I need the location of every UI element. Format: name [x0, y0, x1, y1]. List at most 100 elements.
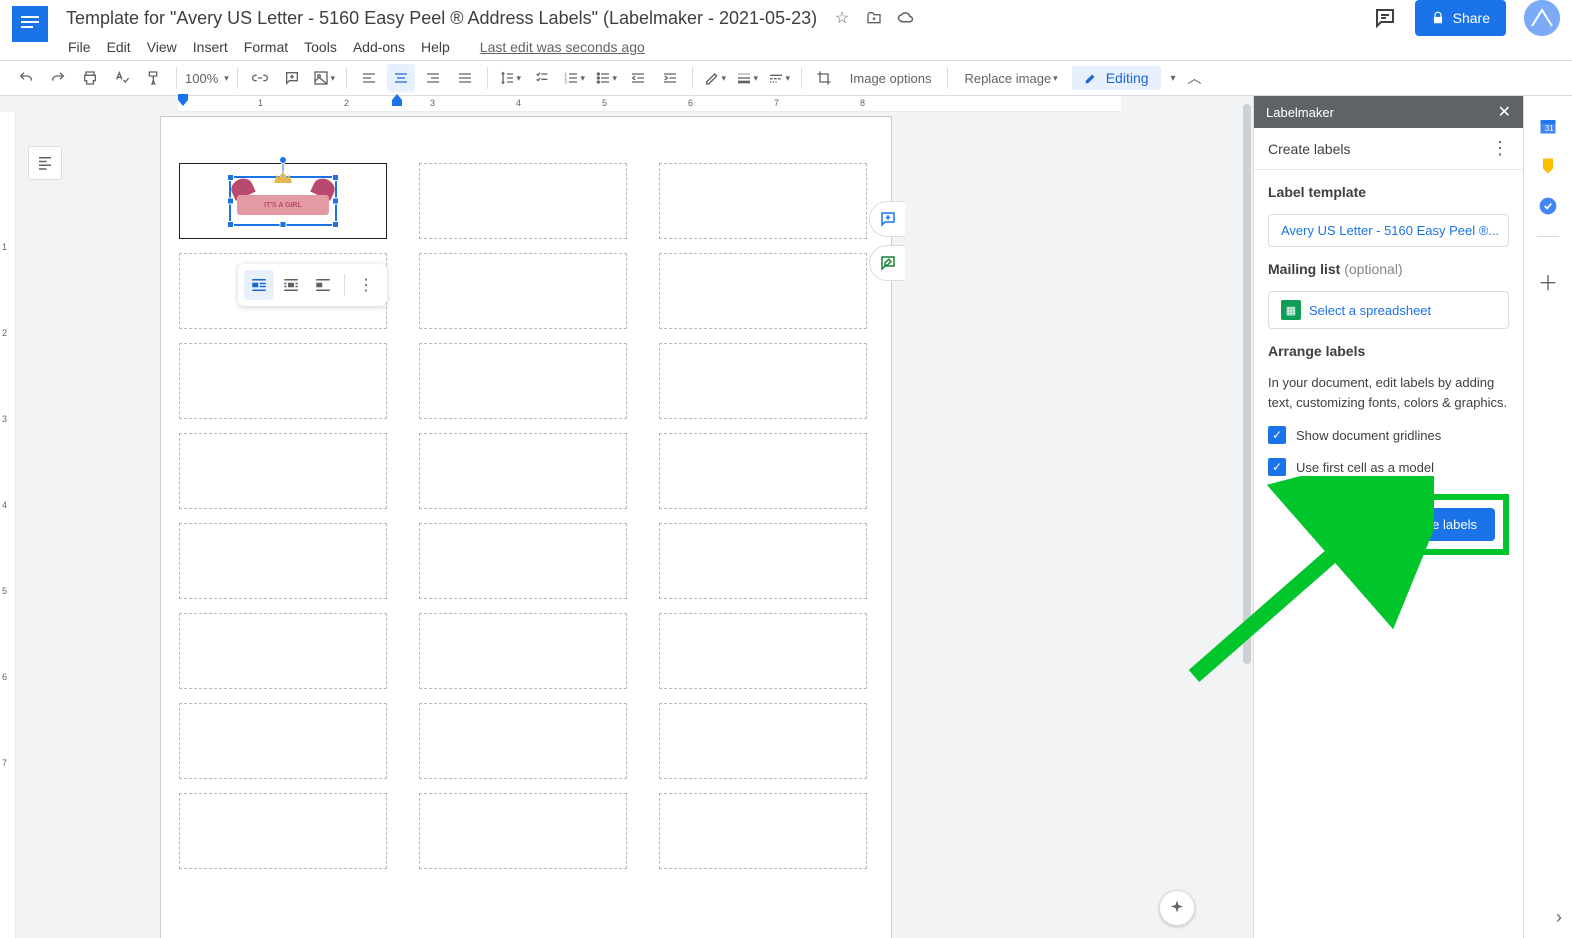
label-cell[interactable] [659, 343, 867, 419]
move-icon[interactable] [865, 9, 883, 27]
border-color-icon[interactable] [701, 64, 729, 92]
label-cell[interactable] [179, 793, 387, 869]
document-page[interactable]: IT'S A GIRL ⋮ [160, 116, 892, 938]
print-icon[interactable] [76, 64, 104, 92]
image-more-icon[interactable]: ⋮ [351, 270, 381, 300]
show-outline-icon[interactable] [28, 146, 62, 180]
create-labels-button[interactable]: Create labels [1382, 508, 1495, 541]
last-edit-link[interactable]: Last edit was seconds ago [480, 39, 645, 55]
label-cell[interactable] [419, 523, 627, 599]
label-cell[interactable] [419, 253, 627, 329]
comments-icon[interactable] [1373, 6, 1397, 30]
calendar-rail-icon[interactable]: 31 [1538, 116, 1558, 136]
label-cell[interactable] [659, 253, 867, 329]
label-cell[interactable] [659, 163, 867, 239]
zoom-dropdown[interactable]: 100% [185, 64, 229, 92]
numbered-list-icon[interactable]: 123 [560, 64, 588, 92]
menubar: File Edit View Insert Format Tools Add-o… [0, 30, 1572, 60]
horizontal-ruler[interactable]: 1 2 3 4 5 6 7 8 [178, 96, 1121, 112]
label-cell[interactable] [659, 433, 867, 509]
image-options-button[interactable]: Image options [842, 64, 940, 92]
editing-mode-button[interactable]: Editing [1072, 66, 1161, 90]
label-cell[interactable] [179, 433, 387, 509]
use-first-cell-label: Use first cell as a model [1296, 460, 1434, 475]
insert-image-icon[interactable] [310, 64, 338, 92]
menu-view[interactable]: View [139, 36, 185, 58]
menu-addons[interactable]: Add-ons [345, 36, 413, 58]
label-template-chip[interactable]: Avery US Letter - 5160 Easy Peel ®... [1268, 214, 1509, 247]
wrap-inline-icon[interactable] [244, 270, 274, 300]
label-cell[interactable] [419, 343, 627, 419]
doc-title[interactable]: Template for "Avery US Letter - 5160 Eas… [62, 6, 821, 31]
docs-icon[interactable] [12, 6, 48, 42]
collapse-toolbar-icon[interactable]: ︿ [1188, 68, 1202, 88]
border-weight-icon[interactable] [733, 64, 761, 92]
menu-tools[interactable]: Tools [296, 36, 345, 58]
use-first-cell-checkbox[interactable]: ✓ [1268, 458, 1286, 476]
label-cell[interactable] [419, 163, 627, 239]
hide-side-panel-icon[interactable]: › [1556, 907, 1562, 928]
label-cell[interactable] [419, 433, 627, 509]
label-cell[interactable] [179, 523, 387, 599]
label-cell[interactable] [419, 613, 627, 689]
vertical-ruler[interactable]: 1 2 3 4 5 6 7 [0, 112, 16, 938]
wrap-text-icon[interactable] [276, 270, 306, 300]
panel-more-icon[interactable]: ⋮ [1491, 138, 1509, 159]
rotate-handle[interactable] [279, 156, 287, 164]
label-cell[interactable] [179, 343, 387, 419]
decrease-indent-icon[interactable] [624, 64, 652, 92]
bulleted-list-icon[interactable] [592, 64, 620, 92]
label-template-heading: Label template [1268, 184, 1509, 200]
crop-image-icon[interactable] [810, 64, 838, 92]
menu-edit[interactable]: Edit [99, 36, 139, 58]
pencil-icon [1084, 71, 1098, 85]
label-cell[interactable] [179, 613, 387, 689]
keep-rail-icon[interactable] [1538, 156, 1558, 176]
border-dash-icon[interactable] [765, 64, 793, 92]
selected-image[interactable]: IT'S A GIRL [229, 176, 337, 226]
label-cell[interactable] [659, 793, 867, 869]
vertical-scrollbar[interactable] [1239, 96, 1253, 938]
paint-format-icon[interactable] [140, 64, 168, 92]
label-cell[interactable] [179, 703, 387, 779]
align-right-icon[interactable] [419, 64, 447, 92]
share-button[interactable]: Share [1415, 0, 1506, 36]
label-cell-first[interactable]: IT'S A GIRL ⋮ [179, 163, 387, 239]
get-addons-rail-icon[interactable]: ＋ [1538, 271, 1558, 291]
label-cell[interactable] [659, 523, 867, 599]
increase-indent-icon[interactable] [656, 64, 684, 92]
menu-help[interactable]: Help [413, 36, 458, 58]
menu-format[interactable]: Format [236, 36, 296, 58]
redo-icon[interactable] [44, 64, 72, 92]
align-center-icon[interactable] [387, 64, 415, 92]
checklist-icon[interactable] [528, 64, 556, 92]
label-cell[interactable] [419, 703, 627, 779]
suggest-edits-bubble-icon[interactable] [869, 245, 905, 281]
menu-insert[interactable]: Insert [185, 36, 236, 58]
replace-image-button[interactable]: Replace image [956, 64, 1065, 92]
select-spreadsheet-chip[interactable]: ▦ Select a spreadsheet [1268, 291, 1509, 329]
spellcheck-icon[interactable] [108, 64, 136, 92]
explore-button-icon[interactable] [1159, 890, 1195, 926]
label-cell[interactable] [419, 793, 627, 869]
label-cell[interactable] [659, 613, 867, 689]
break-text-icon[interactable] [308, 270, 338, 300]
add-comment-bubble-icon[interactable] [869, 201, 905, 237]
cloud-status-icon[interactable] [897, 9, 915, 27]
share-label: Share [1453, 10, 1490, 26]
avatar[interactable] [1524, 0, 1560, 36]
document-area: 1 2 3 4 5 6 7 8 1 2 3 4 5 6 7 [0, 96, 1254, 938]
close-panel-icon[interactable]: ✕ [1498, 102, 1511, 122]
tasks-rail-icon[interactable] [1538, 196, 1558, 216]
menu-file[interactable]: File [60, 36, 99, 58]
add-comment-icon[interactable] [278, 64, 306, 92]
undo-icon[interactable] [12, 64, 40, 92]
star-icon[interactable]: ☆ [833, 9, 851, 27]
label-cell[interactable] [659, 703, 867, 779]
align-justify-icon[interactable] [451, 64, 479, 92]
align-left-icon[interactable] [355, 64, 383, 92]
show-gridlines-checkbox[interactable]: ✓ [1268, 426, 1286, 444]
editing-mode-caret-icon[interactable]: ▾ [1171, 73, 1176, 84]
insert-link-icon[interactable] [246, 64, 274, 92]
line-spacing-icon[interactable] [496, 64, 524, 92]
